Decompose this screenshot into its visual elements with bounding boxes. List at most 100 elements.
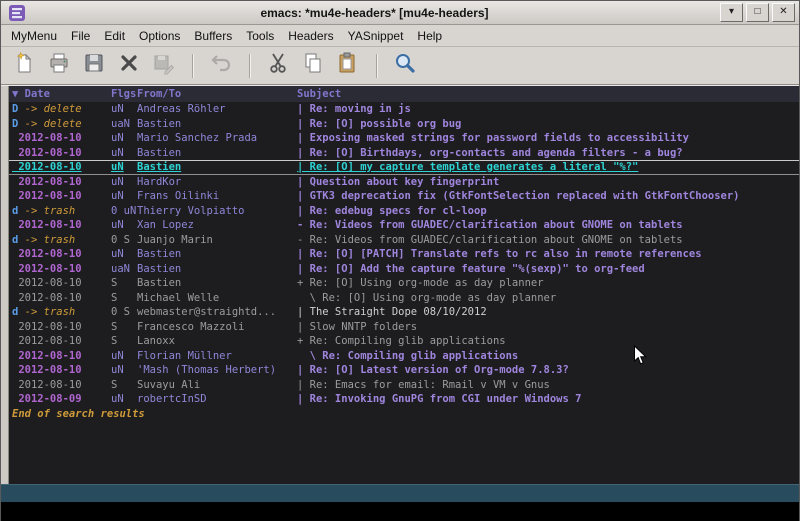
print-icon — [47, 51, 71, 80]
message-from: Bastien — [137, 161, 297, 174]
message-date-or-mark: 2012-08-10 — [12, 320, 111, 335]
message-flags: uN — [111, 146, 137, 161]
menu-item-mymenu[interactable]: MyMenu — [4, 26, 64, 46]
message-subject: | GTK3 deprecation fix (GtkFontSelection… — [297, 189, 799, 204]
message-row[interactable]: 2012-08-09uNrobertcInSD| Re: Invoking Gn… — [9, 392, 799, 407]
message-subject: | Exposing masked strings for password f… — [297, 131, 799, 146]
message-from: 'Mash (Thomas Herbert) — [137, 363, 297, 378]
message-row[interactable]: 2012-08-10uNFlorian Müllner \ Re: Compil… — [9, 349, 799, 364]
close-button[interactable]: ✕ — [772, 3, 795, 22]
message-flags: uaN — [111, 117, 137, 132]
message-date-or-mark: D -> delete — [12, 117, 111, 132]
message-row[interactable]: D -> deleteuNAndreas Röhler| Re: moving … — [9, 102, 799, 117]
message-date-or-mark: 2012-08-10 — [12, 189, 111, 204]
message-row[interactable]: 2012-08-10uNMario Sanchez Prada| Exposin… — [9, 131, 799, 146]
toolbar-button-new-file[interactable] — [9, 51, 39, 81]
column-header-from[interactable]: From/To — [137, 86, 297, 102]
message-date-or-mark: 2012-08-10 — [12, 363, 111, 378]
menu-item-headers[interactable]: Headers — [281, 26, 340, 46]
message-flags: uN — [111, 247, 137, 262]
mark-char: d — [12, 306, 25, 318]
message-date: 2012-08-10 — [12, 147, 82, 159]
column-header-flags[interactable]: Flgs — [111, 86, 137, 102]
message-row[interactable]: 2012-08-10SSuvayu Ali| Re: Emacs for ema… — [9, 378, 799, 393]
message-date: 2012-08-10 — [12, 292, 82, 304]
emacs-window: emacs: *mu4e-headers* [mu4e-headers] ▾ □… — [0, 0, 800, 521]
message-date: 2012-08-10 — [12, 364, 82, 376]
menu-item-options[interactable]: Options — [132, 26, 187, 46]
message-subject: | The Straight Dope 08/10/2012 — [297, 305, 799, 320]
column-header-date[interactable]: ▼ Date — [12, 86, 111, 102]
title-bar: emacs: *mu4e-headers* [mu4e-headers] ▾ □… — [1, 1, 799, 25]
toolbar-button-save-as[interactable] — [149, 51, 179, 81]
message-row[interactable]: 2012-08-10uaNBastien| Re: [O] Add the ca… — [9, 262, 799, 277]
menu-item-edit[interactable]: Edit — [97, 26, 132, 46]
save-icon — [82, 51, 106, 80]
message-date: 2012-08-10 — [12, 335, 82, 347]
save-as-icon — [152, 51, 176, 80]
toolbar-button-search[interactable] — [390, 51, 420, 81]
message-flags: S — [111, 378, 137, 393]
toolbar-button-paste[interactable] — [333, 51, 363, 81]
menu-item-file[interactable]: File — [64, 26, 97, 46]
message-date-or-mark: 2012-08-10 — [12, 378, 111, 393]
message-date-or-mark: D -> delete — [12, 102, 111, 117]
mode-line: *mu4e-headers* ( 5, 0) [All/2.0k] [mu4e-… — [1, 484, 799, 502]
message-flags: uN — [111, 218, 137, 233]
message-from: Xan Lopez — [137, 218, 297, 233]
message-date-or-mark: 2012-08-10 — [12, 131, 111, 146]
toolbar-button-undo[interactable] — [206, 51, 236, 81]
message-row[interactable]: 2012-08-10uNBastien| Re: [O] my capture … — [9, 160, 799, 175]
message-from: webmaster@straightd... — [137, 305, 297, 320]
tool-bar — [1, 47, 799, 85]
message-from: Juanjo Marin — [137, 233, 297, 248]
message-row[interactable]: 2012-08-10uNHardKor| Question about key … — [9, 175, 799, 190]
message-row[interactable]: 2012-08-10SBastien+ Re: [O] Using org-mo… — [9, 276, 799, 291]
message-subject: | Question about key fingerprint — [297, 175, 799, 190]
message-row[interactable]: 2012-08-10SLanoxx+ Re: Compiling glib ap… — [9, 334, 799, 349]
echo-area[interactable] — [1, 502, 799, 521]
message-subject: | Re: [O] [PATCH] Translate refs to rc a… — [297, 247, 799, 262]
message-date: 2012-08-09 — [12, 393, 82, 405]
maximize-button[interactable]: □ — [746, 3, 769, 22]
message-flags: S — [111, 291, 137, 306]
toolbar-button-print[interactable] — [44, 51, 74, 81]
message-row[interactable]: d -> trash0 uNThierry Volpiatto| Re: ede… — [9, 204, 799, 219]
column-header-subject[interactable]: Subject — [297, 86, 799, 102]
menu-item-tools[interactable]: Tools — [239, 26, 281, 46]
minimize-button[interactable]: ▾ — [720, 3, 743, 22]
message-row[interactable]: 2012-08-10uNXan Lopez- Re: Videos from G… — [9, 218, 799, 233]
message-row[interactable]: 2012-08-10SFrancesco Mazzoli| Slow NNTP … — [9, 320, 799, 335]
message-from: Bastien — [137, 262, 297, 277]
toolbar-button-cut[interactable] — [263, 51, 293, 81]
cut-icon — [266, 51, 290, 80]
menu-item-help[interactable]: Help — [410, 26, 449, 46]
message-row[interactable]: d -> trash0 Swebmaster@straightd...| The… — [9, 305, 799, 320]
toolbar-button-copy[interactable] — [298, 51, 328, 81]
message-row[interactable]: 2012-08-10uNBastien| Re: [O] [PATCH] Tra… — [9, 247, 799, 262]
toolbar-button-save[interactable] — [79, 51, 109, 81]
message-subject: | Re: [O] Birthdays, org-contacts and ag… — [297, 146, 799, 161]
message-date-or-mark: 2012-08-10 — [12, 218, 111, 233]
new-file-icon — [12, 51, 36, 80]
message-from: Bastien — [137, 247, 297, 262]
menu-item-yasnippet[interactable]: YASnippet — [341, 26, 411, 46]
message-row[interactable]: 2012-08-10uN'Mash (Thomas Herbert)| Re: … — [9, 363, 799, 378]
message-row[interactable]: 2012-08-10 uNBastien| Re: [O] Birthdays, … — [9, 146, 799, 161]
end-of-results-text: End of search results — [9, 407, 799, 422]
message-row[interactable]: D -> deleteuaNBastien| Re: [O] possible … — [9, 117, 799, 132]
message-from: Thierry Volpiatto — [137, 204, 297, 219]
undo-icon — [209, 51, 233, 80]
menu-item-buffers[interactable]: Buffers — [187, 26, 239, 46]
scroll-bar[interactable] — [1, 86, 9, 484]
message-from: Bastien — [137, 146, 297, 161]
toolbar-button-kill-buffer[interactable] — [114, 51, 144, 81]
message-list: D -> deleteuNAndreas Röhler| Re: moving … — [9, 102, 799, 407]
message-row[interactable]: 2012-08-10SMichael Welle \ Re: [O] Using… — [9, 291, 799, 306]
message-date-or-mark: 2012-08-10 — [12, 175, 111, 190]
message-row[interactable]: 2012-08-10uNFrans Oilinki| GTK3 deprecat… — [9, 189, 799, 204]
message-flags: 0 S — [111, 305, 137, 320]
message-date: 2012-08-10 — [12, 263, 82, 275]
toolbar-separator — [192, 54, 193, 78]
message-row[interactable]: d -> trash0 SJuanjo Marin- Re: Videos fr… — [9, 233, 799, 248]
